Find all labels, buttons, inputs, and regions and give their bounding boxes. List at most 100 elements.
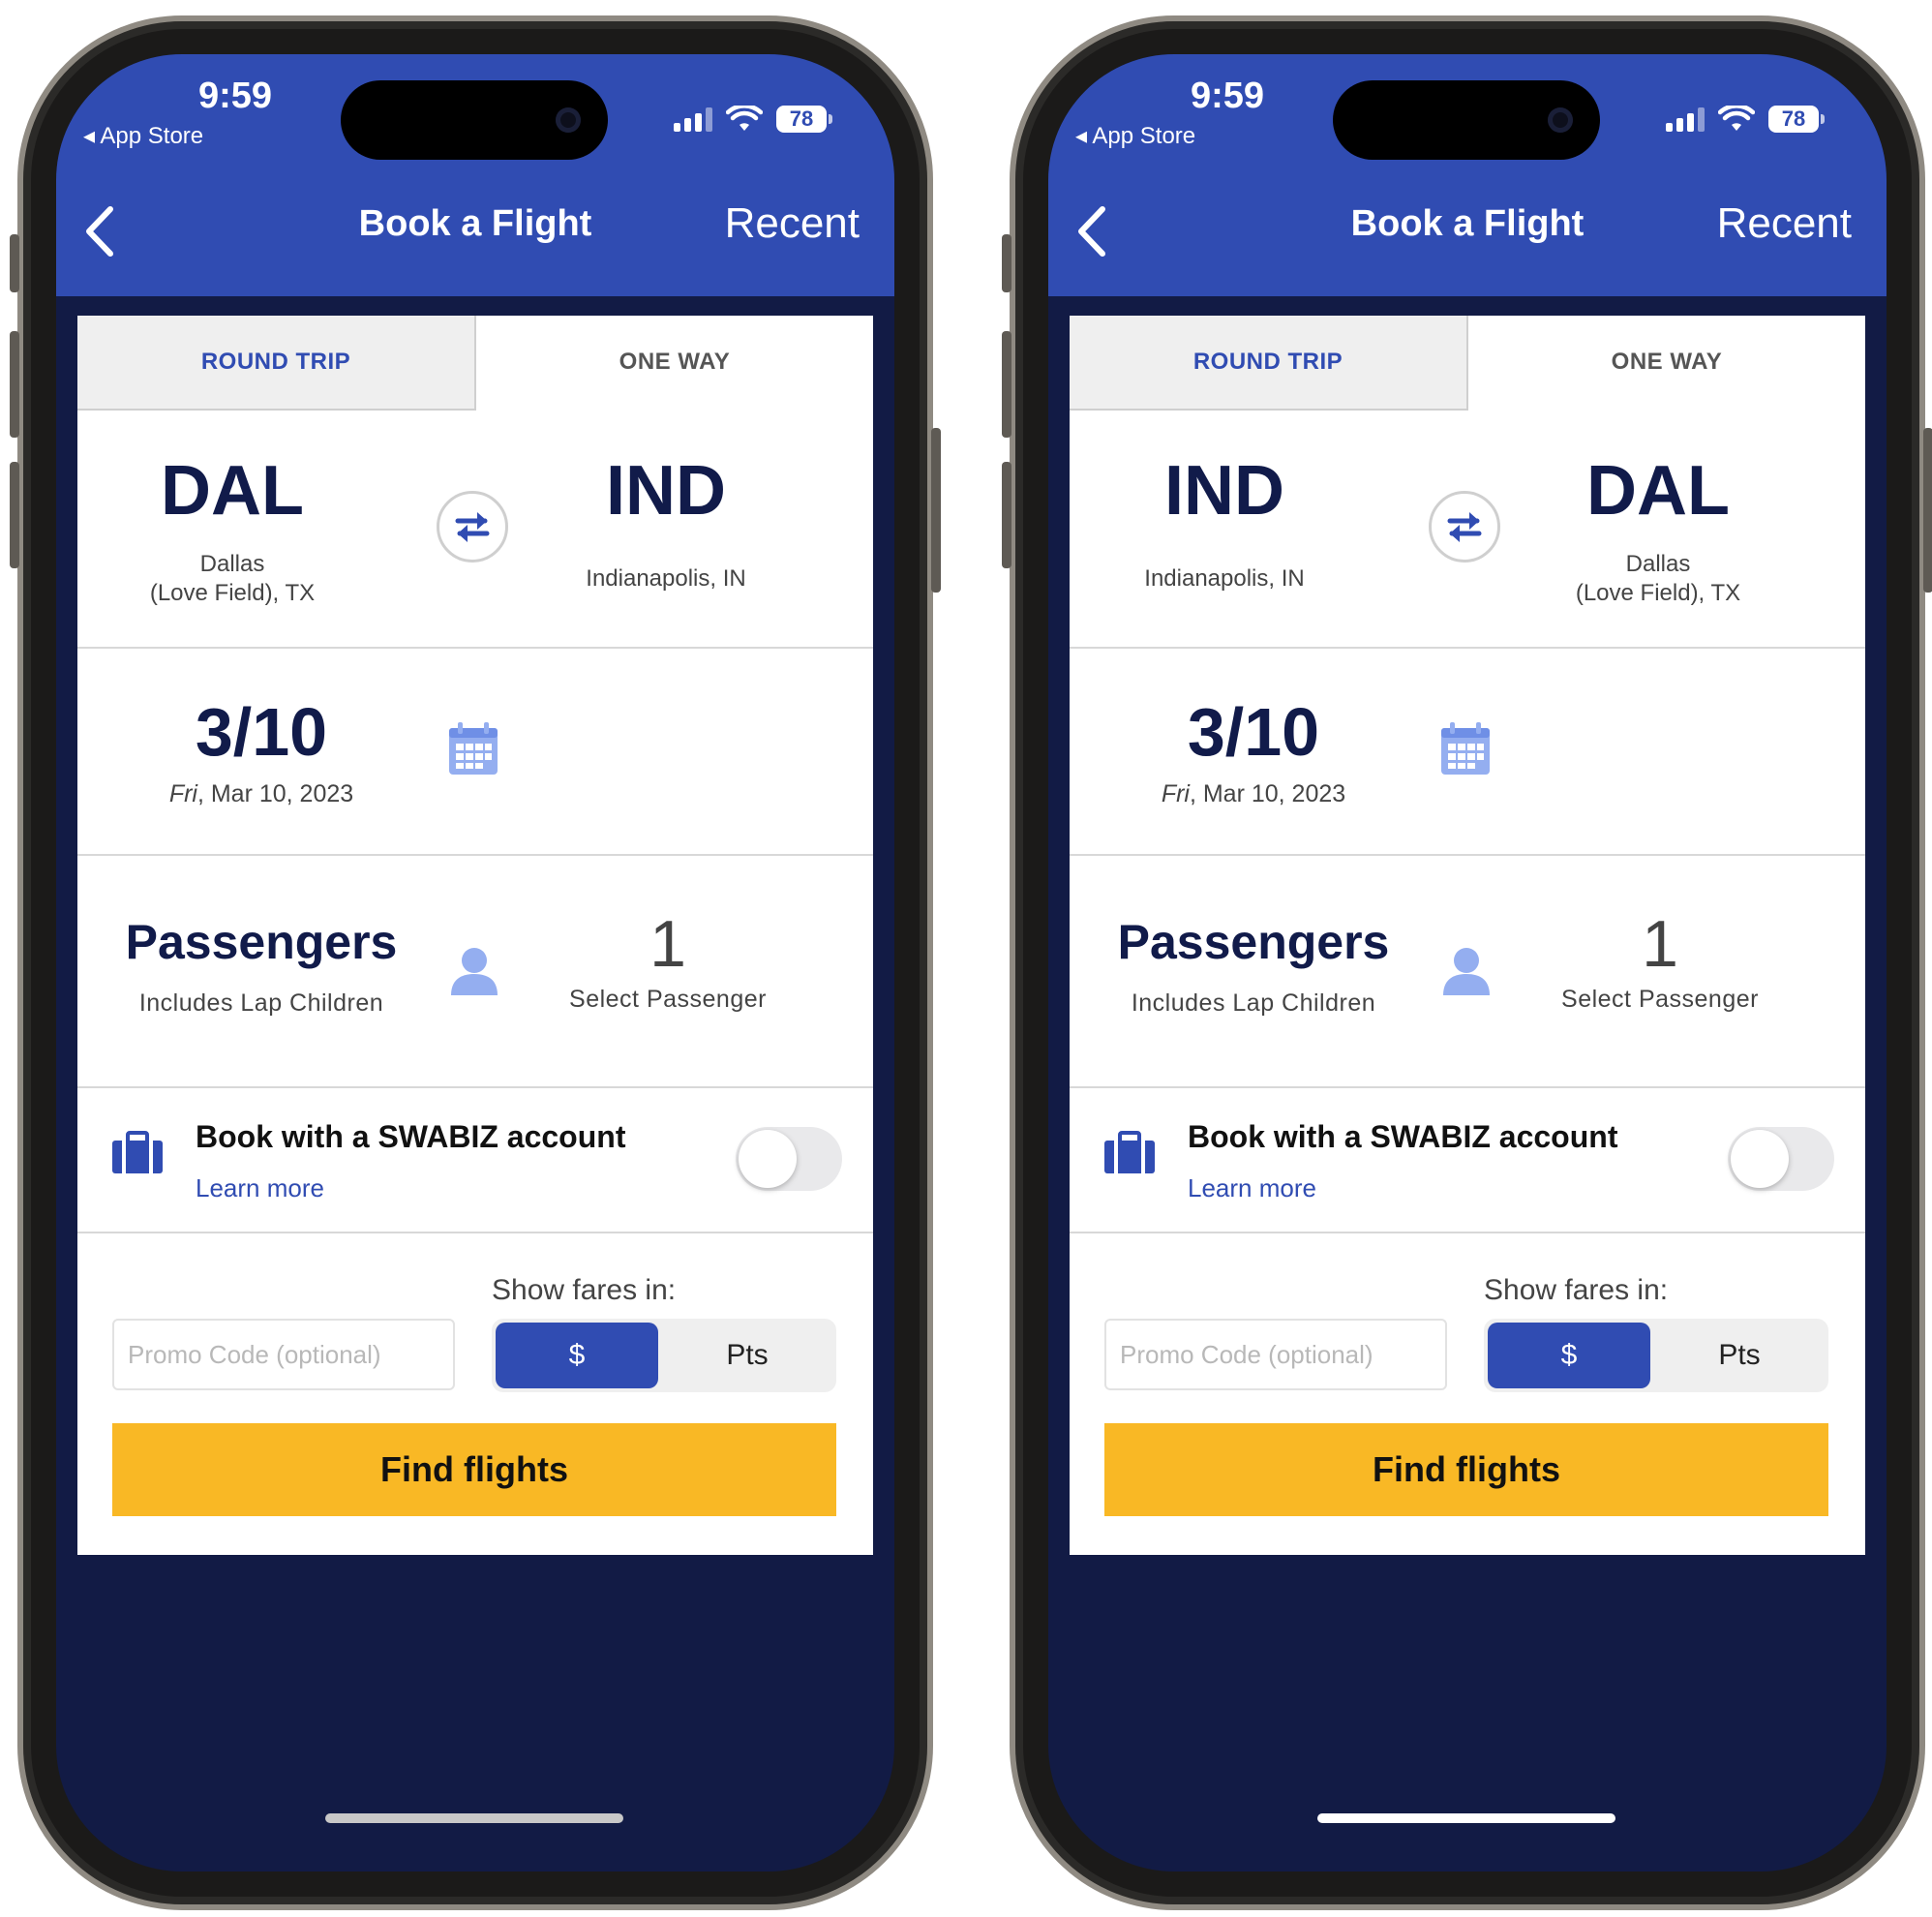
- cellular-signal-icon: [1666, 106, 1705, 132]
- origin-city-line2: (Love Field), TX: [149, 580, 316, 606]
- trip-type-tabs: ROUND TRIP ONE WAY: [1070, 316, 1865, 411]
- status-time: 9:59: [197, 76, 273, 116]
- swabiz-label: Book with a SWABIZ account: [196, 1119, 626, 1154]
- show-fares-label: Show fares in:: [1484, 1274, 1669, 1306]
- fare-currency-segmented-control: $ Pts: [1484, 1319, 1828, 1392]
- divider: [77, 854, 873, 856]
- cellular-signal-icon: [674, 106, 712, 132]
- fare-currency-segmented-control: $ Pts: [492, 1319, 836, 1392]
- destination-code[interactable]: IND: [511, 451, 821, 531]
- dynamic-island: [1333, 80, 1600, 160]
- learn-more-link[interactable]: Learn more: [196, 1173, 324, 1203]
- divider: [1070, 647, 1865, 649]
- booking-card: ROUND TRIP ONE WAY DAL Dallas (Love Fiel…: [77, 316, 873, 1555]
- divider: [77, 1086, 873, 1088]
- passenger-count[interactable]: 1: [1534, 906, 1786, 982]
- depart-date-short[interactable]: 3/10: [145, 693, 377, 771]
- depart-date-full: Fri, Mar 10, 2023: [116, 780, 407, 808]
- tab-round-trip[interactable]: ROUND TRIP: [77, 316, 476, 411]
- fare-points-option[interactable]: Pts: [1654, 1323, 1825, 1388]
- recent-button[interactable]: Recent: [725, 199, 860, 248]
- dynamic-island: [341, 80, 608, 160]
- tab-one-way[interactable]: ONE WAY: [1468, 316, 1865, 409]
- tab-one-way[interactable]: ONE WAY: [476, 316, 873, 409]
- fare-dollar-option[interactable]: $: [1488, 1323, 1650, 1388]
- toggle-knob: [739, 1130, 797, 1188]
- destination-city-line1: Indianapolis, IN: [586, 565, 746, 592]
- tab-round-trip[interactable]: ROUND TRIP: [1070, 316, 1468, 411]
- person-icon: [451, 948, 498, 995]
- depart-date-rest: , Mar 10, 2023: [196, 780, 354, 807]
- passengers-sub: Includes Lap Children: [138, 989, 384, 1017]
- fare-dollar-option[interactable]: $: [496, 1323, 658, 1388]
- status-icons: 78: [1666, 103, 1825, 136]
- status-icons: 78: [674, 103, 832, 136]
- learn-more-link[interactable]: Learn more: [1188, 1173, 1316, 1203]
- trip-type-tabs: ROUND TRIP ONE WAY: [77, 316, 873, 411]
- destination-city-line1: Dallas: [1625, 551, 1691, 577]
- select-passenger-button[interactable]: Select Passenger: [1534, 986, 1786, 1014]
- depart-day: Fri: [1161, 780, 1190, 807]
- origin-code[interactable]: DAL: [77, 451, 387, 531]
- screen-left: 9:59 ◂ App Store 78 Book a Flight Recent…: [56, 54, 894, 1871]
- origin-city-line1: Dallas: [199, 551, 265, 577]
- toggle-knob: [1731, 1130, 1789, 1188]
- calendar-icon[interactable]: [1438, 720, 1493, 778]
- passenger-count[interactable]: 1: [542, 906, 794, 982]
- briefcase-icon: [1104, 1131, 1155, 1173]
- find-flights-button[interactable]: Find flights: [1104, 1423, 1828, 1516]
- camera-icon: [1548, 107, 1573, 133]
- volume-up-button: [10, 331, 19, 438]
- person-icon: [1443, 948, 1490, 995]
- divider: [1070, 1086, 1865, 1088]
- power-button: [931, 428, 941, 593]
- depart-date-short[interactable]: 3/10: [1137, 693, 1370, 771]
- promo-code-input[interactable]: [1104, 1319, 1447, 1390]
- action-button: [10, 234, 19, 292]
- volume-down-button: [1002, 462, 1011, 568]
- origin-city-line1: Indianapolis, IN: [1144, 565, 1305, 592]
- divider: [77, 647, 873, 649]
- origin-code[interactable]: IND: [1070, 451, 1379, 531]
- destination-city-line2: (Love Field), TX: [1575, 580, 1741, 606]
- promo-code-input[interactable]: [112, 1319, 455, 1390]
- swap-airports-button[interactable]: [1429, 491, 1500, 563]
- recent-button[interactable]: Recent: [1717, 199, 1852, 248]
- phone-frame-right: 9:59 ◂ App Store 78 Book a Flight Recent…: [1002, 15, 1932, 1910]
- wifi-icon: [726, 106, 763, 131]
- wifi-icon: [1718, 106, 1755, 131]
- destination-code[interactable]: DAL: [1503, 451, 1813, 531]
- booking-card: ROUND TRIP ONE WAY IND Indianapolis, IN …: [1070, 316, 1865, 1555]
- calendar-icon[interactable]: [446, 720, 500, 778]
- passengers-label: Passengers: [125, 915, 398, 969]
- divider: [1070, 1232, 1865, 1233]
- camera-icon: [556, 107, 581, 133]
- swabiz-toggle[interactable]: [1728, 1127, 1834, 1191]
- passengers-label: Passengers: [1117, 915, 1390, 969]
- volume-down-button: [10, 462, 19, 568]
- home-indicator[interactable]: [325, 1813, 623, 1823]
- fare-points-option[interactable]: Pts: [662, 1323, 832, 1388]
- depart-day: Fri: [168, 780, 197, 807]
- swabiz-toggle[interactable]: [736, 1127, 842, 1191]
- swap-arrows-icon: [455, 512, 490, 542]
- phone-frame-left: 9:59 ◂ App Store 78 Book a Flight Recent…: [10, 15, 941, 1910]
- back-to-app-store-link[interactable]: ◂ App Store: [83, 122, 203, 150]
- back-to-app-store-link[interactable]: ◂ App Store: [1075, 122, 1195, 150]
- battery-icon: 78: [1768, 106, 1825, 133]
- screen-right: 9:59 ◂ App Store 78 Book a Flight Recent…: [1048, 54, 1887, 1871]
- home-indicator[interactable]: [1317, 1813, 1615, 1823]
- swabiz-label: Book with a SWABIZ account: [1188, 1119, 1618, 1154]
- status-time: 9:59: [1190, 76, 1265, 116]
- select-passenger-button[interactable]: Select Passenger: [542, 986, 794, 1014]
- divider: [77, 1232, 873, 1233]
- depart-date-full: Fri, Mar 10, 2023: [1108, 780, 1399, 808]
- show-fares-label: Show fares in:: [492, 1274, 677, 1306]
- divider: [1070, 854, 1865, 856]
- swap-airports-button[interactable]: [437, 491, 508, 563]
- briefcase-icon: [112, 1131, 163, 1173]
- swap-arrows-icon: [1447, 512, 1482, 542]
- battery-icon: 78: [776, 106, 832, 133]
- find-flights-button[interactable]: Find flights: [112, 1423, 836, 1516]
- volume-up-button: [1002, 331, 1011, 438]
